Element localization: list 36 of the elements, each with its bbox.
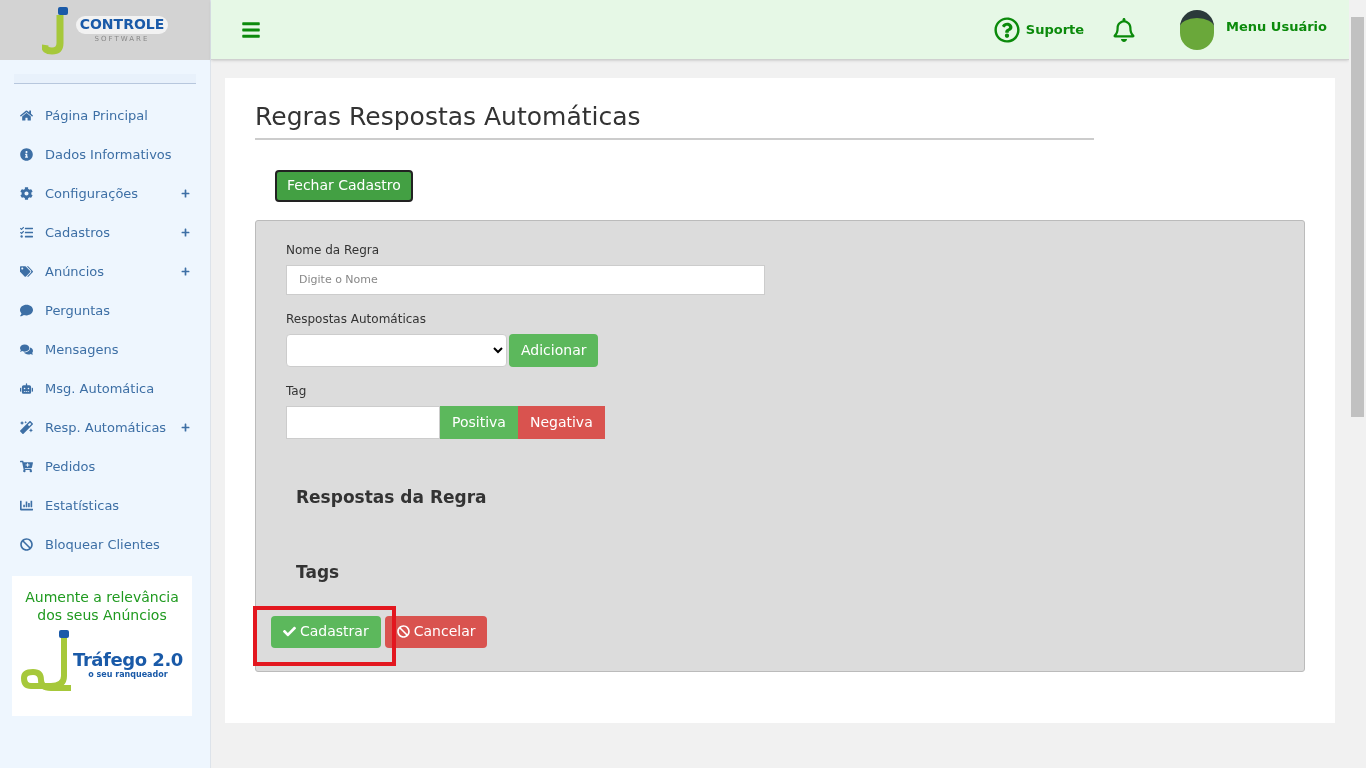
- banner-product: Tráfego 2.0: [73, 651, 183, 669]
- negative-button[interactable]: Negativa: [517, 405, 605, 439]
- banner-tagline: o seu ranqueador: [88, 669, 168, 681]
- ban-icon: [396, 625, 410, 638]
- user-menu-link[interactable]: Menu Usuário: [1226, 16, 1327, 37]
- field-label: Respostas Automáticas: [286, 310, 427, 328]
- bell-icon[interactable]: [1112, 17, 1137, 42]
- help-icon: [993, 16, 1020, 43]
- field-label: Nome da Regra: [286, 241, 381, 259]
- field-label: Tag: [286, 382, 308, 400]
- tag-input[interactable]: [286, 405, 440, 439]
- sidebar-item[interactable]: Cadastros: [0, 213, 210, 252]
- logo-text: CONTROLE: [75, 16, 169, 34]
- road-logo-drawing: [21, 628, 72, 693]
- page-title: Regras Respostas Automáticas: [255, 98, 1094, 140]
- rule-name-input[interactable]: Digite o Nome: [286, 264, 765, 295]
- banner-headline: Aumente a relevância dos seus Anúncios: [24, 588, 180, 624]
- sidebar-item[interactable]: Resp. Automáticas: [0, 408, 210, 447]
- sidebar-item[interactable]: Página Principal: [0, 96, 210, 135]
- check-icon: [283, 625, 296, 638]
- sidebar-item[interactable]: Perguntas: [0, 291, 210, 330]
- close-form-button[interactable]: Fechar Cadastro: [275, 169, 413, 202]
- sidebar-item[interactable]: Mensagens: [0, 330, 210, 369]
- section-heading: Tags: [296, 561, 341, 584]
- cancel-button[interactable]: Cancelar: [384, 615, 488, 648]
- sidebar-item[interactable]: Estatísticas: [0, 486, 210, 525]
- sidebar-item[interactable]: Anúncios: [0, 252, 210, 291]
- promo-banner[interactable]: Aumente a relevância dos seus Anúncios Tráfego 2.0 o seu ranqueador: [12, 576, 192, 716]
- section-heading: Respostas da Regra: [296, 485, 488, 509]
- sidebar-item[interactable]: Configurações: [0, 174, 210, 213]
- sidebar-item[interactable]: Bloquear Clientes: [0, 525, 210, 564]
- avatar[interactable]: [1180, 9, 1215, 50]
- sidebar-item[interactable]: Msg. Automática: [0, 369, 210, 408]
- sidebar-item[interactable]: Dados Informativos: [0, 135, 210, 174]
- sidebar-item[interactable]: Pedidos: [0, 447, 210, 486]
- support-link[interactable]: Suporte: [993, 16, 1085, 43]
